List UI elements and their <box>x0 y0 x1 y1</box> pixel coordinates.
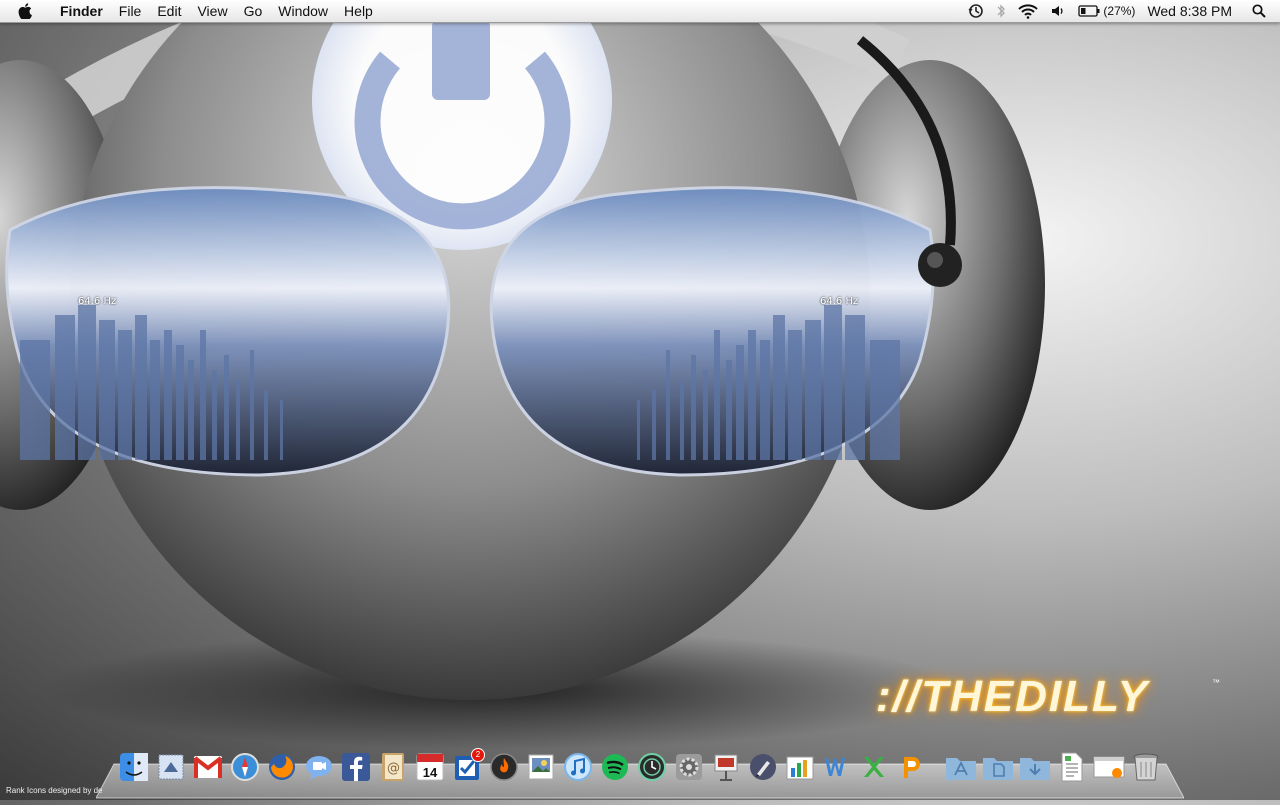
menu-file[interactable]: File <box>111 0 150 22</box>
dock-text-file[interactable] <box>1056 750 1088 784</box>
wifi-icon <box>1018 4 1039 19</box>
dock: @ 14 2 <box>118 748 1162 794</box>
browser-window-icon <box>1093 756 1125 778</box>
dock-spotify[interactable] <box>599 750 631 784</box>
dock-finder[interactable] <box>118 750 150 784</box>
wallpaper-brand-trademark: ™ <box>1212 678 1220 687</box>
downloads-folder-icon <box>1020 758 1050 780</box>
wallpaper-brand-text: ://THEDILLY <box>876 672 1149 721</box>
menu-app-name[interactable]: Finder <box>52 0 111 22</box>
numbers-chart-icon <box>786 756 814 780</box>
menu-bar: Finder File Edit View Go Window Help (27… <box>0 0 1280 23</box>
apple-menu[interactable] <box>18 3 38 19</box>
menu-view[interactable]: View <box>189 0 235 22</box>
finder-icon <box>120 753 148 781</box>
mail-stamp-icon <box>158 754 184 780</box>
itunes-icon <box>564 753 592 781</box>
battery-status[interactable]: (27%) <box>1078 4 1135 18</box>
dock-word[interactable] <box>821 750 853 784</box>
dock-ical[interactable]: 14 <box>414 750 446 784</box>
trash-icon <box>1133 753 1159 781</box>
keynote-icon <box>714 754 738 781</box>
dock-keynote[interactable] <box>710 750 742 784</box>
word-icon <box>825 758 845 776</box>
bluetooth-icon <box>997 4 1006 18</box>
dock-itunes[interactable] <box>562 750 594 784</box>
dock-todo[interactable]: 2 <box>451 748 485 784</box>
ichat-icon <box>306 756 332 780</box>
status-menus: (27%) Wed 8:38 PM <box>962 0 1280 22</box>
battery-percent: (27%) <box>1103 4 1136 18</box>
dock-credit-text: Rank Icons designed by de <box>6 786 103 795</box>
dock-powerpoint[interactable] <box>895 750 927 784</box>
dock-burn[interactable] <box>488 750 520 784</box>
dock-numbers[interactable] <box>784 750 816 784</box>
spotlight-icon <box>1252 4 1266 18</box>
applications-folder-icon <box>946 758 976 780</box>
menu-clock[interactable]: Wed 8:38 PM <box>1147 3 1232 19</box>
dock-downloads-folder[interactable] <box>1019 750 1051 784</box>
wifi-status[interactable] <box>1018 3 1039 19</box>
dock-firefox[interactable] <box>266 750 298 784</box>
dock-pen-tool[interactable] <box>747 750 779 784</box>
burn-disc-icon <box>490 753 518 781</box>
calendar-icon: 14 <box>416 753 444 781</box>
dock-system-preferences[interactable] <box>673 750 705 784</box>
text-file-icon <box>1061 752 1083 782</box>
bluetooth-status[interactable] <box>996 3 1006 19</box>
firefox-icon <box>269 754 295 780</box>
time-machine-icon <box>968 4 984 18</box>
dock-time-machine[interactable] <box>636 750 668 784</box>
dock-ichat[interactable] <box>303 750 335 784</box>
safari-icon <box>231 753 259 781</box>
dock-address-book[interactable]: @ <box>377 750 409 784</box>
facebook-icon <box>342 753 370 781</box>
dock-mail-stamp[interactable] <box>155 750 187 784</box>
menu-help[interactable]: Help <box>336 0 381 22</box>
frequency-label-left: 64.6 Hz <box>78 296 117 307</box>
dock-trash[interactable] <box>1130 750 1162 784</box>
gear-icon <box>676 754 702 780</box>
spotify-icon <box>602 754 628 780</box>
spotlight-button[interactable] <box>1252 4 1266 18</box>
menu-edit[interactable]: Edit <box>149 0 189 22</box>
apple-icon <box>18 3 32 19</box>
battery-icon <box>1078 5 1100 17</box>
time-machine-status[interactable] <box>968 3 984 19</box>
todo-badge: 2 <box>471 748 485 762</box>
volume-icon <box>1052 6 1063 16</box>
menu-go[interactable]: Go <box>236 0 271 22</box>
frequency-label-right: 64.6 Hz <box>820 296 859 307</box>
dock-photo[interactable] <box>525 750 557 784</box>
volume-status[interactable] <box>1050 3 1066 19</box>
dock-separator <box>932 750 940 794</box>
svg-text:@: @ <box>387 761 400 776</box>
gmail-icon <box>193 756 223 778</box>
dock-excel[interactable] <box>858 750 890 784</box>
address-book-icon: @ <box>382 753 404 781</box>
dock-browser-window[interactable] <box>1093 750 1125 784</box>
dock-applications-folder[interactable] <box>945 750 977 784</box>
menu-window[interactable]: Window <box>270 0 336 22</box>
calendar-day: 14 <box>423 765 438 780</box>
dock-facebook[interactable] <box>340 750 372 784</box>
time-machine-app-icon <box>638 753 666 781</box>
pen-tool-icon <box>750 754 776 780</box>
documents-folder-icon <box>983 758 1013 780</box>
excel-icon <box>864 757 884 777</box>
powerpoint-icon <box>904 757 920 778</box>
dock-safari[interactable] <box>229 750 261 784</box>
dock-gmail[interactable] <box>192 750 224 784</box>
dock-documents-folder[interactable] <box>982 750 1014 784</box>
photo-icon <box>528 754 554 780</box>
